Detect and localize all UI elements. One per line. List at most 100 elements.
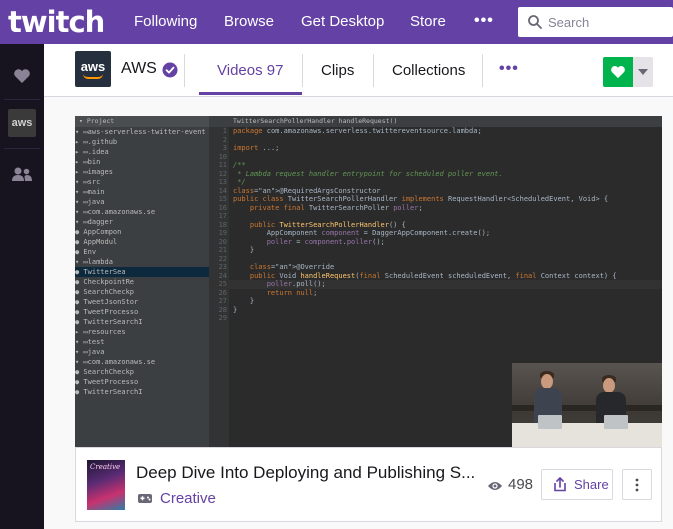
rail-friends-button[interactable] [0,152,44,196]
channel-name[interactable]: AWS [121,60,157,78]
category-box-art[interactable]: Creative [87,460,125,510]
code-line: 3 import ...; [222,144,280,152]
video-info-bar: Creative Deep Dive Into Deploying and Pu… [75,447,662,522]
webcam-overlay [512,363,662,447]
code-line: 25 poller.poll(); [209,280,662,289]
rail-divider [4,99,40,100]
left-rail: aws [0,44,44,529]
tree-item: ▾ ▭aws-serverless-twitter-event [75,128,206,136]
code-line: 29 [218,314,227,322]
code-line: 2 [222,135,227,144]
tab-divider [373,54,374,87]
tab-divider [302,54,303,87]
tab-divider [184,54,185,87]
category-link[interactable]: Creative [160,490,216,507]
tree-item: ● SearchCheckp [75,288,135,296]
video-player[interactable]: ▾ Project ▾ ▭aws-serverless-twitter-even… [75,116,662,447]
tree-item: ● SearchCheckp [75,368,135,376]
code-line: 18 public TwitterSearchPollerHandler() { [218,220,406,229]
tree-item: ● TwitterSea [75,267,209,277]
tree-item: ● AppCompon [75,228,122,236]
tree-item: ▸ ▭.github [75,138,118,146]
verified-badge-icon [162,62,178,78]
rail-following-button[interactable] [0,54,44,98]
code-line: 22 [218,254,227,263]
share-button[interactable]: Share [541,469,613,500]
nav-more-button[interactable]: ••• [474,0,494,44]
channel-more-button[interactable]: ••• [499,44,519,97]
tree-item: ● Env [75,248,97,256]
tab-divider [482,54,483,87]
tree-item: ▾ ▭test [75,338,105,346]
more-vertical-icon [635,478,639,491]
share-icon [554,477,566,492]
code-line: 20 poller = component.poller(); [218,237,385,246]
tree-item: ● CheckpointRe [75,278,135,286]
code-line: 16 private final TwitterSearchPoller pol… [218,203,423,212]
nav-following[interactable]: Following [134,0,197,44]
code-line: 17 [218,212,227,220]
tree-item: ▾ ▭com.amazonaws.se [75,358,156,366]
code-line: 15 public class TwitterSearchPollerHandle… [218,195,609,203]
tree-item: ● TweetProcesso [75,378,139,386]
tree-item: ▸ ▭.idea [75,148,109,156]
tree-item: ▸ ▭bin [75,158,101,166]
tree-item: ▾ ▭java [75,198,105,206]
eye-icon [488,482,502,490]
code-line: 11/** [218,161,246,169]
tree-item: ● AppModul [75,238,118,246]
nav-get-desktop[interactable]: Get Desktop [301,0,384,44]
code-line: 27 } [218,297,255,305]
search-icon [528,15,542,29]
nav-store[interactable]: Store [410,0,446,44]
code-line: 1 package com.amazonaws.serverless.twitte… [222,127,482,135]
rail-aws-channel[interactable]: aws [0,101,44,145]
ide-project-tree: ▾ Project ▾ ▭aws-serverless-twitter-even… [75,116,209,447]
channel-avatar[interactable]: aws [75,51,111,87]
code-line: 23 class="an">@Override [218,263,335,271]
tree-item: ▾ ▭src [75,178,101,186]
tab-collections[interactable]: Collections [392,44,465,97]
tree-item: ● TwitterSearchI [75,388,143,396]
tree-header: ▾ Project [75,116,209,127]
tab-clips[interactable]: Clips [321,44,354,97]
video-more-button[interactable] [622,469,652,500]
code-line: 21 } [218,246,255,254]
code-line: 26 return null; [218,288,318,297]
tree-item: ● TweetProcesso [75,308,139,316]
aws-smile-icon [83,74,103,79]
videos-count: 97 [266,62,284,79]
tree-item: ▸ ▭resources [75,328,126,336]
tree-item: ▾ ▭dagger [75,218,113,226]
tree-item: ● TwitterSearchI [75,318,143,326]
view-count: 498 [508,476,534,493]
code-tab-title: TwitterSearchPollerHandler handleRequest… [209,116,662,127]
heart-icon [14,69,30,83]
tree-item: ● TweetJsonStor [75,298,139,306]
tree-item: ▾ ▭java [75,348,105,356]
tree-item: ▾ ▭lambda [75,258,113,266]
tree-item: ▾ ▭main [75,188,105,196]
tree-item: ▾ ▭com.amazonaws.se [75,208,156,216]
follow-button[interactable] [603,57,633,87]
search-input[interactable] [548,11,668,33]
code-line: 28} [218,305,238,314]
twitch-logo[interactable]: twitch [8,5,105,39]
code-line: 12 * Lambda request handler entrypoint f… [218,169,503,178]
tab-videos[interactable]: Videos 97 [217,44,283,97]
tree-item: ▸ ▭images [75,168,113,176]
code-line: 13 */ [218,178,246,186]
channel-header: aws AWS Videos 97 Clips Collections ••• [44,44,673,97]
gamepad-icon [138,494,152,503]
video-title: Deep Dive Into Deploying and Publishing … [136,463,476,482]
aws-channel-thumb: aws [8,109,36,137]
search-box[interactable] [518,7,673,37]
follow-dropdown-button[interactable] [633,57,653,87]
code-line: 19 AppComponent component = DaggerAppCom… [218,229,491,237]
code-line: 10 [218,152,227,161]
code-line: 14 class="an">@RequiredArgsConstructor [218,186,381,195]
chevron-down-icon [638,69,648,75]
code-line: 24 public Void handleRequest(final Sched… [218,271,617,280]
friends-icon [12,167,32,181]
nav-browse[interactable]: Browse [224,0,274,44]
